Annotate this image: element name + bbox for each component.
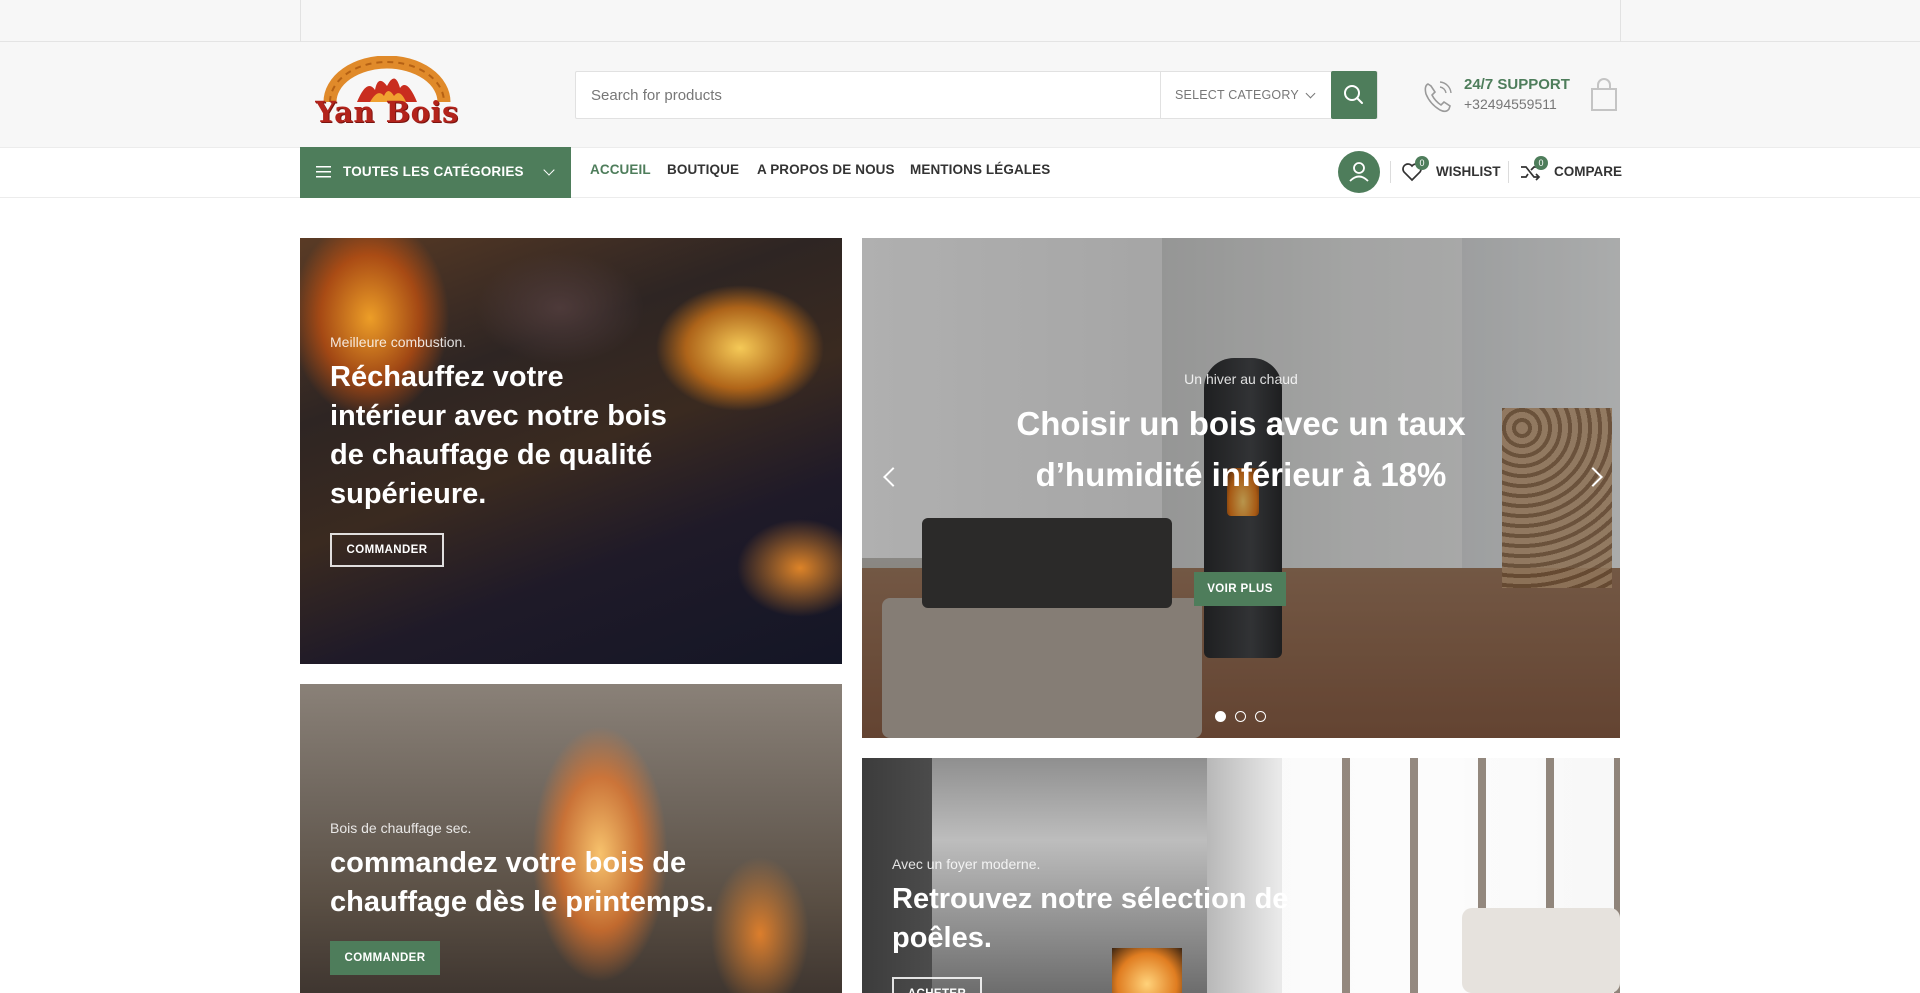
- search-icon: [1344, 85, 1363, 104]
- compare-link[interactable]: COMPARE: [1554, 164, 1622, 179]
- support-title: 24/7 SUPPORT: [1464, 76, 1570, 93]
- banner-image-sofa: [1462, 908, 1620, 993]
- nav-item-accueil[interactable]: ACCUEIL: [590, 162, 651, 177]
- category-select[interactable]: SELECT CATEGORY: [1160, 72, 1328, 118]
- nav-item-mentions-legales[interactable]: MENTIONS LÉGALES: [910, 162, 1050, 177]
- slider-dot-2[interactable]: [1235, 711, 1246, 722]
- chevron-down-icon: [1305, 88, 1316, 99]
- top-strip: [0, 0, 1920, 42]
- promo-banner-4[interactable]: Avec un foyer moderne. Retrouvez notre s…: [862, 758, 1620, 993]
- user-icon: [1349, 162, 1369, 182]
- commander-button[interactable]: COMMANDER: [330, 533, 444, 567]
- nav-divider: [1508, 161, 1509, 183]
- slider-dots: [1213, 711, 1273, 723]
- account-button[interactable]: [1338, 151, 1380, 193]
- promo-banner-1[interactable]: Meilleure combustion. Réchauffez votre i…: [300, 238, 842, 664]
- nav-item-boutique[interactable]: BOUTIQUE: [667, 162, 739, 177]
- promo-banner-3[interactable]: Bois de chauffage sec. commandez votre b…: [300, 684, 842, 993]
- wishlist-link[interactable]: WISHLIST: [1436, 164, 1501, 179]
- nav-divider: [1390, 161, 1391, 183]
- banner-headline: Retrouvez notre sélection de poêles.: [892, 883, 1289, 954]
- hero-slider: Un hiver au chaud Choisir un bois avec u…: [862, 238, 1620, 738]
- banner-headline: commandez votre bois de chauffage dès le…: [330, 847, 714, 918]
- banner-subtitle: Avec un foyer moderne.: [892, 856, 1041, 872]
- wishlist-icon-wrap[interactable]: 0: [1400, 156, 1429, 184]
- phone-icon: [1424, 81, 1452, 113]
- all-categories-button[interactable]: TOUTES LES CATÉGORIES: [300, 147, 571, 198]
- compare-count-badge: 0: [1534, 156, 1548, 170]
- wishlist-count-badge: 0: [1415, 156, 1429, 170]
- top-divider: [300, 0, 301, 42]
- banner-subtitle: Bois de chauffage sec.: [330, 820, 472, 836]
- category-select-label: SELECT CATEGORY: [1175, 88, 1299, 102]
- top-divider: [1620, 0, 1621, 42]
- logo-text: Yan Bois: [315, 95, 459, 129]
- support-block[interactable]: 24/7 SUPPORT +32494559511: [1420, 74, 1580, 118]
- banner-subtitle: Meilleure combustion.: [330, 334, 467, 350]
- support-phone[interactable]: +32494559511: [1464, 96, 1557, 112]
- banner-headline: Réchauffez votre intérieur avec notre bo…: [330, 361, 667, 510]
- menu-icon: [316, 166, 331, 178]
- all-categories-label: TOUTES LES CATÉGORIES: [343, 164, 524, 179]
- commander-button[interactable]: COMMANDER: [330, 941, 440, 975]
- slide-headline: Choisir un bois avec un taux d’humidité …: [1016, 405, 1466, 493]
- site-logo[interactable]: Yan Bois: [312, 55, 462, 134]
- chevron-down-icon: [543, 164, 555, 176]
- slider-dot-1[interactable]: [1215, 711, 1226, 722]
- slider-dot-3[interactable]: [1255, 711, 1266, 722]
- voir-plus-button[interactable]: VOIR PLUS: [1194, 572, 1286, 606]
- slide-subtitle: Un hiver au chaud: [1184, 371, 1298, 387]
- acheter-button[interactable]: ACHETER: [892, 977, 982, 993]
- cart-icon: [1591, 78, 1617, 111]
- cart-button[interactable]: [1589, 78, 1619, 112]
- compare-icon-wrap[interactable]: 0: [1518, 156, 1548, 184]
- search-input[interactable]: [576, 72, 1159, 118]
- search-button[interactable]: [1331, 71, 1377, 119]
- nav-item-a-propos[interactable]: A PROPOS DE NOUS: [757, 162, 895, 177]
- search-bar: SELECT CATEGORY: [575, 71, 1378, 119]
